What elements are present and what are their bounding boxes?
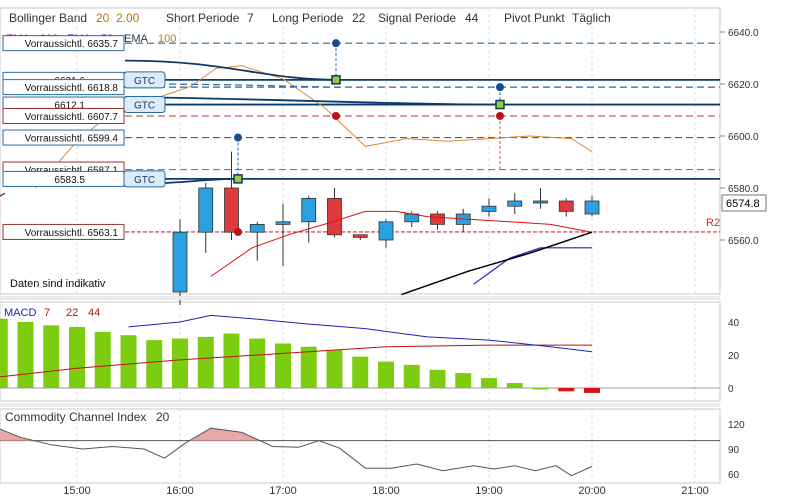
macd-bar <box>506 383 523 388</box>
x-tick-label: 21:00 <box>681 485 709 496</box>
cci-y-tick-label: 90 <box>728 445 740 456</box>
header-signal-label: Signal Periode <box>378 11 456 25</box>
disclaimer: Daten sind indikativ <box>10 278 106 290</box>
divider-main-macd[interactable] <box>0 296 720 300</box>
candle-body <box>249 223 265 233</box>
order-marker-dot <box>234 227 242 236</box>
macd-y-tick-label: 20 <box>728 351 740 362</box>
macd-bar <box>378 361 394 388</box>
macd-p1: 7 <box>44 307 50 319</box>
candle-body <box>172 231 188 293</box>
order-marker-dot <box>332 39 340 48</box>
x-tick-label: 15:00 <box>63 485 91 496</box>
order-marker-dot <box>496 83 504 92</box>
macd-bar <box>326 350 343 388</box>
candle-body <box>558 200 574 212</box>
macd-bar <box>120 335 137 388</box>
gtc-button-label: GTC <box>134 76 155 87</box>
header-long-val: 22 <box>352 11 366 25</box>
cci-period: 20 <box>156 410 170 424</box>
y-tick-label: 6580.0 <box>728 184 759 195</box>
candle-body <box>352 234 368 238</box>
candle-body <box>507 200 523 207</box>
candle-body <box>378 221 394 241</box>
candle-body <box>533 200 548 204</box>
macd-p3: 44 <box>88 307 100 319</box>
cci-y-tick-label: 60 <box>728 470 740 481</box>
current-price-value: 6574.8 <box>726 198 760 210</box>
macd-bar <box>429 369 446 388</box>
header-short-val: 7 <box>247 11 254 25</box>
macd-bar <box>455 373 472 388</box>
x-tick-label: 17:00 <box>269 485 297 496</box>
cci-title: Commodity Channel Index <box>5 410 146 424</box>
header-bb-dev: 2.00 <box>116 11 140 25</box>
x-tick-label: 18:00 <box>372 485 400 496</box>
cci-y-tick-label: 120 <box>728 420 745 431</box>
y-tick-label: 6620.0 <box>728 80 759 91</box>
x-tick-label: 16:00 <box>166 485 194 496</box>
x-tick-label: 20:00 <box>578 485 606 496</box>
order-marker-square <box>495 99 505 110</box>
macd-bar <box>223 333 240 388</box>
gtc-button-label: GTC <box>134 101 155 112</box>
y-tick-label: 6560.0 <box>728 236 759 247</box>
order-label-text: Vorraussichtl. 6635.7 <box>25 39 119 50</box>
order-label-text: Vorraussichtl. 6563.1 <box>25 228 119 239</box>
x-tick-label: 19:00 <box>475 485 503 496</box>
header-signal-val: 44 <box>465 11 479 25</box>
candle-body <box>481 205 497 212</box>
macd-bar <box>532 388 549 390</box>
header-bb-period: 20 <box>96 11 110 25</box>
candle-body <box>327 197 342 236</box>
macd-y-tick-label: 40 <box>728 318 740 329</box>
header-short-label: Short Periode <box>166 11 240 25</box>
y-tick-label: 6600.0 <box>728 132 759 143</box>
macd-bar <box>69 326 85 388</box>
macd-bar <box>275 343 291 388</box>
order-marker-dot <box>496 111 504 120</box>
order-label-text: Vorraussichtl. 6599.4 <box>25 134 119 145</box>
candle-body <box>224 187 239 233</box>
chart-svg: Bollinger Band 20 2.00 Short Periode 7 L… <box>0 0 787 497</box>
macd-bar <box>584 388 600 393</box>
pivot-r2-label: R2 <box>706 217 720 229</box>
candle-body <box>301 197 317 223</box>
macd-bar <box>197 336 214 388</box>
macd-bar <box>146 340 163 388</box>
gtc-button-label: GTC <box>134 175 155 186</box>
macd-bar <box>0 318 8 388</box>
macd-p2: 22 <box>66 307 78 319</box>
macd-bar <box>481 378 497 388</box>
macd-bar <box>94 331 111 388</box>
header-pivot-val: Täglich <box>572 11 611 25</box>
macd-title: MACD <box>4 307 36 319</box>
order-marker-square <box>331 75 341 85</box>
divider-macd-cci[interactable] <box>0 403 720 407</box>
order-marker-dot <box>332 111 340 120</box>
macd-bar <box>17 322 34 388</box>
macd-y-tick-label: 0 <box>728 384 734 395</box>
order-marker-dot <box>234 133 242 142</box>
chart-root: Bollinger Band 20 2.00 Short Periode 7 L… <box>0 0 787 497</box>
header-pivot-label: Pivot Punkt <box>504 11 565 25</box>
candle-body <box>584 200 600 215</box>
macd-bar <box>558 388 575 392</box>
macd-bar <box>403 364 420 388</box>
order-label-text: Vorraussichtl. 6607.7 <box>25 112 119 123</box>
order-label-text: Vorraussichtl. 6618.8 <box>25 83 119 94</box>
macd-bar <box>43 325 60 388</box>
macd-bar <box>249 338 266 388</box>
candle-body <box>430 213 445 225</box>
order-label-text: 6583.5 <box>54 175 85 186</box>
candle-body <box>198 187 214 233</box>
y-tick-label: 6640.0 <box>728 28 759 39</box>
candle-body <box>275 221 291 225</box>
order-marker-square <box>233 174 243 184</box>
header-indicator-name: Bollinger Band <box>9 11 87 25</box>
macd-bar <box>300 346 317 388</box>
macd-bar <box>352 356 369 388</box>
macd-bar <box>172 338 188 388</box>
